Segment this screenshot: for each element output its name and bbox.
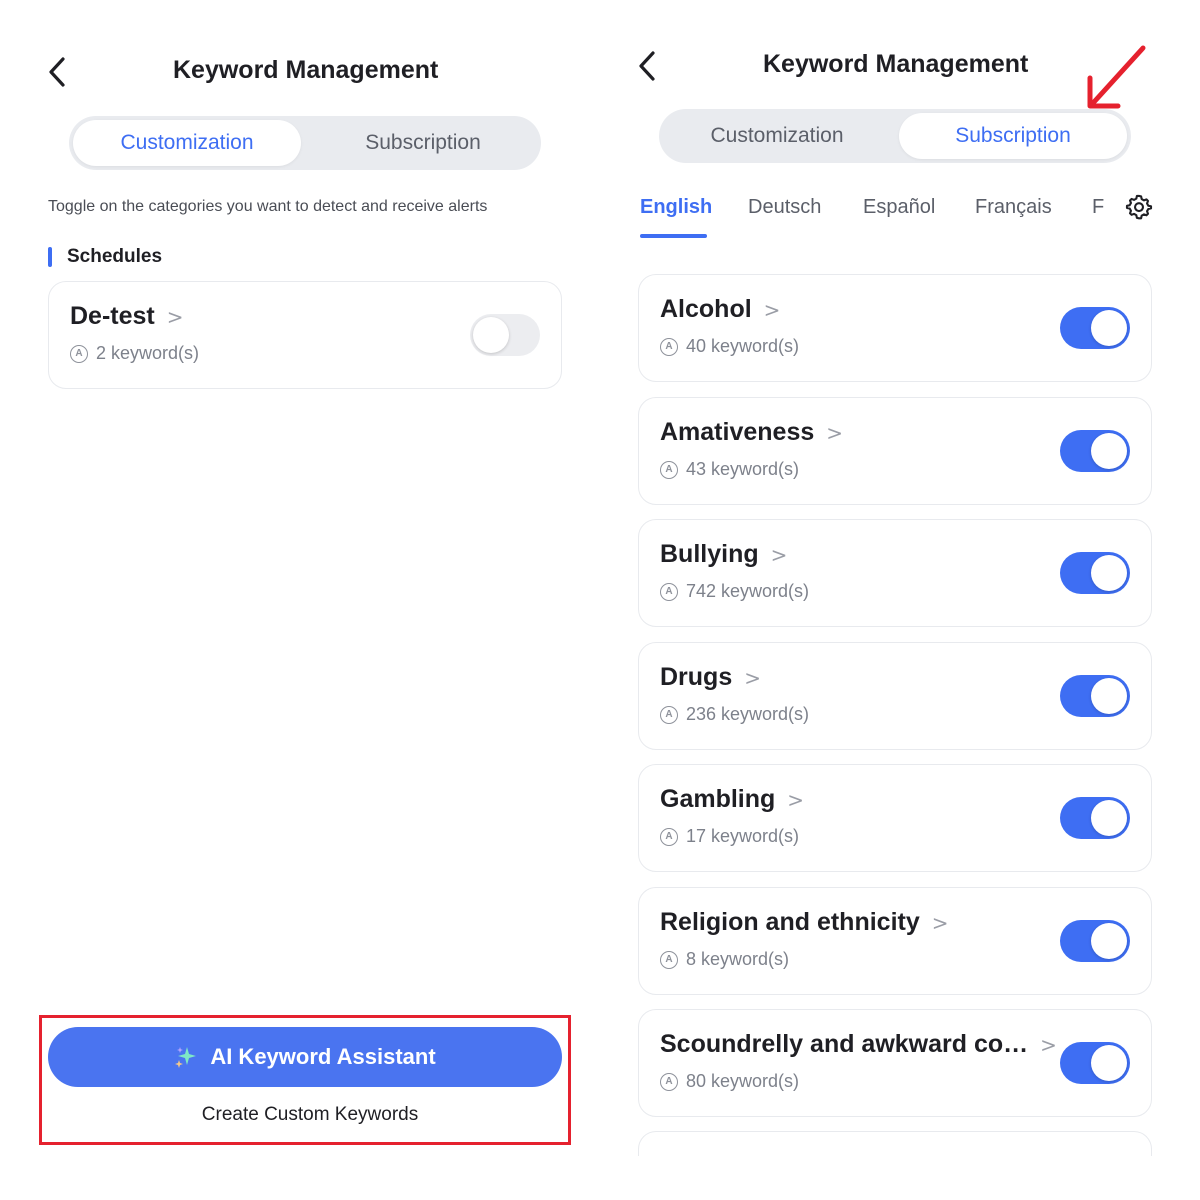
segmented-control: Customization Subscription xyxy=(659,109,1131,163)
circled-a-icon: A xyxy=(660,950,678,969)
toggle-knob xyxy=(1091,923,1127,959)
circled-a-icon: A xyxy=(660,827,678,846)
circled-a-icon: A xyxy=(70,344,88,363)
keyword-count: 43 keyword(s) xyxy=(686,459,800,479)
subscription-screen: Keyword Management Customization Subscri… xyxy=(590,0,1200,1200)
category-toggle[interactable] xyxy=(1060,1042,1130,1084)
tab-customization[interactable]: Customization xyxy=(663,113,891,159)
category-title-row[interactable]: Scoundrelly and awkward co… > xyxy=(660,1030,1057,1059)
category-name: Gambling xyxy=(660,785,776,813)
category-toggle[interactable] xyxy=(470,314,540,356)
keyword-count-row: A 40 keyword(s) xyxy=(660,336,799,357)
language-tabs: English Deutsch Español Français F xyxy=(640,196,1110,244)
circled-a-icon: A xyxy=(660,337,678,356)
keyword-count: 742 keyword(s) xyxy=(686,581,810,601)
category-title-row[interactable]: De-test > xyxy=(70,302,184,331)
keyword-count-row: A 2 keyword(s) xyxy=(70,343,199,364)
section-header: Schedules xyxy=(48,246,162,268)
chevron-right-icon: > xyxy=(787,787,805,812)
scroll-edge xyxy=(600,1156,1200,1200)
active-tab-indicator xyxy=(640,234,707,238)
toggle-knob xyxy=(1091,1045,1127,1081)
segmented-control: Customization Subscription xyxy=(69,116,541,170)
tab-espanol[interactable]: Español xyxy=(863,196,935,219)
gear-icon[interactable] xyxy=(1125,193,1153,221)
chevron-right-icon: > xyxy=(931,910,949,935)
chevron-right-icon: > xyxy=(166,304,184,329)
back-icon[interactable] xyxy=(42,54,72,90)
category-title-row[interactable]: Gambling > xyxy=(660,785,804,814)
toggle-knob xyxy=(1091,555,1127,591)
keyword-count: 17 keyword(s) xyxy=(686,826,800,846)
category-title-row[interactable]: Amativeness > xyxy=(660,418,843,447)
keyword-count-row: A 236 keyword(s) xyxy=(660,704,809,725)
chevron-right-icon: > xyxy=(1040,1032,1057,1057)
page-title: Keyword Management xyxy=(763,50,1029,78)
page-title: Keyword Management xyxy=(173,56,439,84)
keyword-count: 8 keyword(s) xyxy=(686,949,790,969)
tab-english[interactable]: English xyxy=(640,196,712,219)
category-toggle[interactable] xyxy=(1060,307,1130,349)
keyword-count-row: A 43 keyword(s) xyxy=(660,459,799,480)
back-icon[interactable] xyxy=(632,48,662,84)
toggle-knob xyxy=(1091,678,1127,714)
keyword-category-card[interactable]: Gambling > A 17 keyword(s) xyxy=(638,764,1152,872)
chevron-right-icon: > xyxy=(770,542,788,567)
section-label: Schedules xyxy=(67,246,163,267)
keyword-category-card[interactable]: Religion and ethnicity > A 8 keyword(s) xyxy=(638,887,1152,995)
category-toggle[interactable] xyxy=(1060,920,1130,962)
category-toggle[interactable] xyxy=(1060,675,1130,717)
category-name: Drugs xyxy=(660,663,733,691)
category-toggle[interactable] xyxy=(1060,430,1130,472)
toggle-knob xyxy=(1091,800,1127,836)
category-toggle[interactable] xyxy=(1060,797,1130,839)
instruction-text: Toggle on the categories you want to det… xyxy=(48,198,488,215)
keyword-count-row: A 80 keyword(s) xyxy=(660,1071,799,1092)
category-title-row[interactable]: Alcohol > xyxy=(660,295,780,324)
keyword-count: 40 keyword(s) xyxy=(686,336,800,356)
chevron-right-icon: > xyxy=(744,665,761,690)
keyword-count: 2 keyword(s) xyxy=(96,343,200,363)
tab-subscription[interactable]: Subscription xyxy=(309,120,537,166)
category-name: Alcohol xyxy=(660,295,752,323)
keyword-category-card[interactable]: Amativeness > A 43 keyword(s) xyxy=(638,397,1152,505)
circled-a-icon: A xyxy=(660,460,678,479)
category-name: De-test xyxy=(70,302,155,330)
tab-francais[interactable]: Français xyxy=(975,196,1052,219)
category-name: Bullying xyxy=(660,540,759,568)
keyword-category-card[interactable]: Drugs > A 236 keyword(s) xyxy=(638,642,1152,750)
keyword-category-card[interactable]: Alcohol > A 40 keyword(s) xyxy=(638,274,1152,382)
circled-a-icon: A xyxy=(660,582,678,601)
keyword-count: 236 keyword(s) xyxy=(686,704,810,724)
category-title-row[interactable]: Drugs > xyxy=(660,663,761,692)
arrow-icon xyxy=(1087,45,1146,109)
keyword-category-card[interactable]: De-test > A 2 keyword(s) xyxy=(48,281,562,389)
category-name: Scoundrelly and awkward co… xyxy=(660,1030,1029,1058)
category-name: Amativeness xyxy=(660,418,815,446)
tab-customization[interactable]: Customization xyxy=(73,120,301,166)
chevron-right-icon: > xyxy=(763,297,781,322)
tab-subscription[interactable]: Subscription xyxy=(899,113,1127,159)
customization-screen: Keyword Management Customization Subscri… xyxy=(0,0,600,1200)
chevron-right-icon: > xyxy=(826,420,844,445)
keyword-count-row: A 8 keyword(s) xyxy=(660,949,789,970)
category-title-row[interactable]: Bullying > xyxy=(660,540,787,569)
category-toggle[interactable] xyxy=(1060,552,1130,594)
tab-next-language[interactable]: F xyxy=(1092,196,1104,219)
keyword-count-row: A 742 keyword(s) xyxy=(660,581,809,602)
keyword-count: 80 keyword(s) xyxy=(686,1071,800,1091)
section-accent-bar xyxy=(48,247,52,267)
toggle-knob xyxy=(1091,433,1127,469)
circled-a-icon: A xyxy=(660,705,678,724)
keyword-category-card[interactable]: Scoundrelly and awkward co… > A 80 keyword… xyxy=(638,1009,1152,1117)
category-title-row[interactable]: Religion and ethnicity > xyxy=(660,908,949,937)
toggle-knob xyxy=(1091,310,1127,346)
circled-a-icon: A xyxy=(660,1072,678,1091)
toggle-knob xyxy=(473,317,509,353)
category-name: Religion and ethnicity xyxy=(660,908,920,936)
tab-deutsch[interactable]: Deutsch xyxy=(748,196,821,219)
keyword-count-row: A 17 keyword(s) xyxy=(660,826,799,847)
highlight-box xyxy=(39,1015,571,1145)
keyword-category-card[interactable]: Bullying > A 742 keyword(s) xyxy=(638,519,1152,627)
